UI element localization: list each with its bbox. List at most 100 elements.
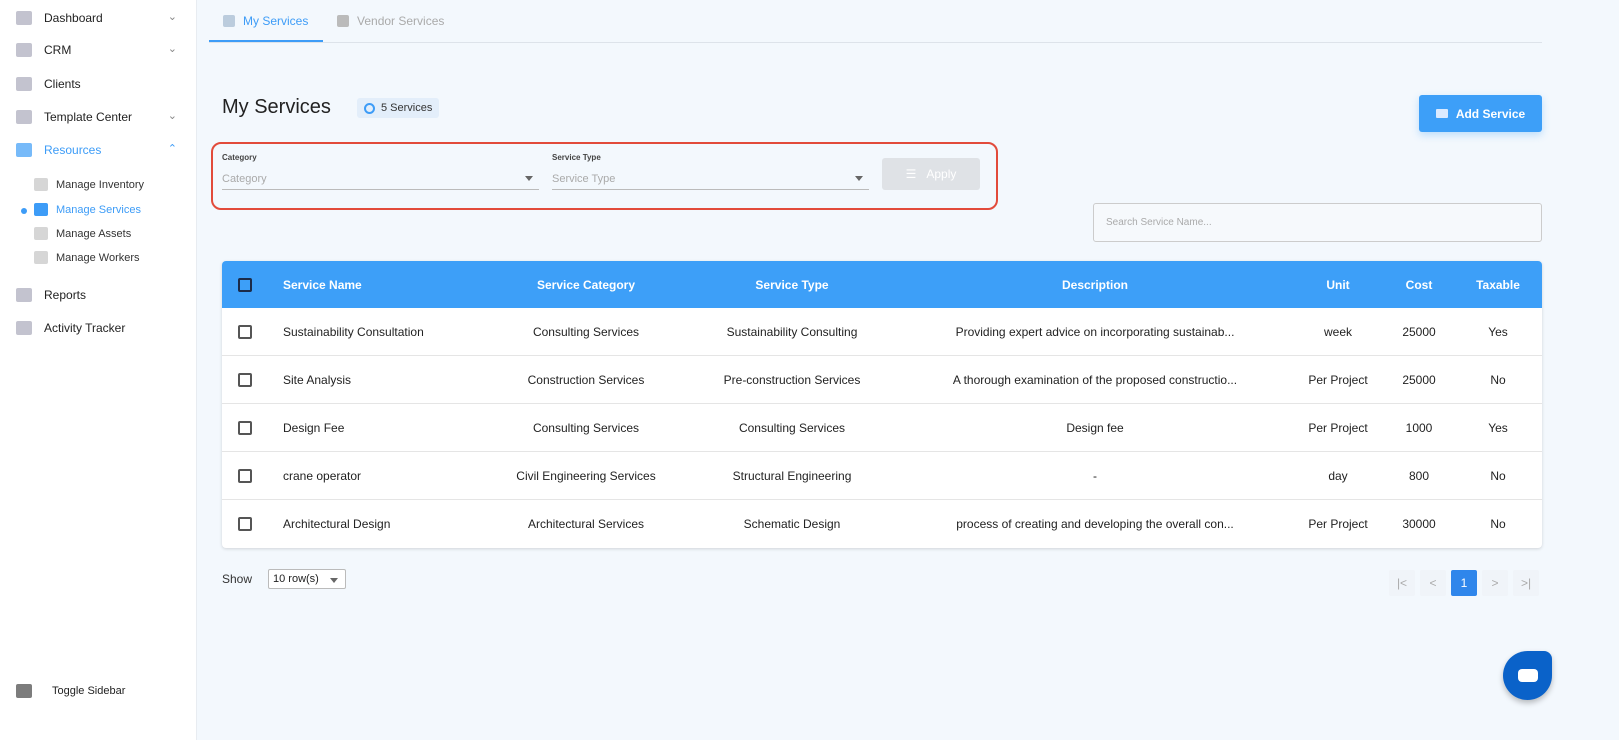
cell-service-name: Site Analysis: [283, 372, 352, 387]
dashboard-icon: [16, 11, 32, 25]
inventory-icon: [34, 178, 48, 191]
sidebar-item-clients[interactable]: Clients: [16, 74, 181, 94]
cell-service-type: Pre-construction Services: [723, 372, 861, 387]
sidebar-item-dashboard[interactable]: Dashboard ⌄: [16, 8, 181, 28]
header-service-name[interactable]: Service Name: [283, 261, 362, 308]
template-icon: [16, 110, 32, 124]
label: Add Service: [1455, 106, 1526, 121]
label: My Services: [243, 14, 309, 28]
table-row[interactable]: crane operator Civil Engineering Services…: [222, 452, 1542, 500]
cell-service-name: Sustainability Consultation: [283, 324, 424, 339]
sidebar-item-activity-tracker[interactable]: Activity Tracker: [16, 318, 181, 338]
chevron-down-icon: ⌄: [167, 110, 177, 122]
sidebar-item-manage-inventory[interactable]: Manage Inventory: [34, 178, 144, 191]
cell-description: -: [1093, 468, 1097, 483]
prev-page-button[interactable]: <: [1420, 570, 1446, 596]
clients-icon: [16, 77, 32, 91]
cell-description: process of creating and developing the o…: [956, 517, 1234, 531]
sliders-icon: ☰: [905, 167, 917, 181]
row-checkbox[interactable]: [238, 325, 252, 339]
table-row[interactable]: Architectural Design Architectural Servic…: [222, 500, 1542, 548]
table-row[interactable]: Site Analysis Construction Services Pre-co…: [222, 356, 1542, 404]
cell-unit: Per Project: [1308, 420, 1368, 435]
resources-icon: [16, 143, 32, 157]
row-checkbox[interactable]: [238, 517, 252, 531]
label: Toggle Sidebar: [52, 685, 126, 697]
cell-cost: 25000: [1402, 324, 1436, 339]
category-label: Category: [222, 153, 257, 162]
header-cost[interactable]: Cost: [1406, 261, 1433, 308]
label: 10 row(s): [273, 573, 319, 585]
cell-taxable: No: [1490, 517, 1506, 531]
sidebar-item-template-center[interactable]: Template Center ⌄: [16, 107, 181, 127]
add-service-icon: [1435, 109, 1448, 118]
header-unit[interactable]: Unit: [1326, 261, 1349, 308]
cell-description: Providing expert advice on incorporating…: [955, 324, 1235, 339]
tab-my-services[interactable]: My Services: [223, 14, 308, 28]
cell-cost: 25000: [1402, 372, 1436, 387]
label: Reports: [44, 288, 87, 302]
services-icon: [34, 203, 48, 216]
chat-button[interactable]: [1503, 651, 1552, 700]
activity-icon: [16, 321, 32, 335]
rows-per-page-select[interactable]: 10 row(s): [268, 569, 346, 589]
chevron-down-icon: ⌄: [167, 43, 177, 55]
row-checkbox[interactable]: [238, 469, 252, 483]
next-page-button[interactable]: >: [1482, 570, 1508, 596]
cell-service-category: Consulting Services: [532, 420, 640, 435]
sidebar-item-manage-workers[interactable]: Manage Workers: [34, 251, 140, 264]
table-header: Service Name Service Category Service Ty…: [222, 261, 1542, 308]
cell-service-type: Consulting Services: [738, 420, 846, 435]
table-row[interactable]: Design Fee Consulting Services Consulting …: [222, 404, 1542, 452]
sidebar-item-resources[interactable]: Resources ⌃: [16, 140, 181, 160]
sidebar-item-crm[interactable]: CRM ⌄: [16, 40, 181, 60]
row-checkbox[interactable]: [238, 373, 252, 387]
sidebar-item-reports[interactable]: Reports: [16, 285, 181, 305]
cell-unit: day: [1328, 468, 1348, 483]
count-badge: 5 Services: [357, 98, 440, 118]
caret-down-icon: [525, 176, 533, 181]
table-row[interactable]: Sustainability Consultation Consulting Se…: [222, 308, 1542, 356]
tab-vendor-services[interactable]: Vendor Services: [337, 14, 444, 28]
last-page-button[interactable]: >|: [1513, 570, 1539, 596]
cell-service-name: Architectural Design: [283, 517, 391, 531]
workers-icon: [34, 251, 48, 264]
cell-taxable: Yes: [1488, 420, 1508, 435]
service-type-select[interactable]: Service Type: [552, 168, 869, 190]
placeholder: Search Service Name...: [1106, 217, 1212, 228]
label: Manage Inventory: [56, 178, 145, 191]
toggle-sidebar-button[interactable]: Toggle Sidebar: [16, 681, 181, 701]
select-all-checkbox[interactable]: [238, 278, 252, 292]
label: Manage Assets: [56, 227, 132, 240]
cell-unit: Per Project: [1308, 517, 1368, 531]
chevron-down-icon: ⌄: [167, 11, 177, 23]
sidebar-toggle-icon: [16, 684, 32, 698]
header-service-type[interactable]: Service Type: [755, 261, 828, 308]
label: CRM: [44, 43, 72, 57]
cell-taxable: Yes: [1488, 324, 1508, 339]
placeholder: Service Type: [552, 172, 616, 185]
header-taxable[interactable]: Taxable: [1476, 261, 1520, 308]
label: Dashboard: [44, 11, 103, 25]
apply-button[interactable]: ☰ Apply: [882, 158, 980, 190]
label: Manage Workers: [56, 251, 140, 264]
label: Activity Tracker: [44, 321, 126, 335]
assets-icon: [34, 227, 48, 240]
label: Resources: [44, 143, 102, 157]
search-input[interactable]: Search Service Name...: [1093, 203, 1542, 242]
sidebar-item-manage-services[interactable]: Manage Services: [34, 203, 141, 216]
active-tab-indicator: [209, 40, 323, 42]
first-page-button[interactable]: |<: [1389, 570, 1415, 596]
sidebar-item-manage-assets[interactable]: Manage Assets: [34, 227, 131, 240]
header-service-category[interactable]: Service Category: [537, 261, 635, 308]
page-1-button[interactable]: 1: [1451, 570, 1477, 596]
cell-service-type: Sustainability Consulting: [726, 324, 858, 339]
cell-service-category: Architectural Services: [527, 517, 645, 531]
header-description[interactable]: Description: [1062, 261, 1128, 308]
services-icon: [223, 15, 235, 27]
add-service-button[interactable]: Add Service: [1419, 95, 1542, 132]
cell-description: Design fee: [1066, 420, 1124, 435]
row-checkbox[interactable]: [238, 421, 252, 435]
sidebar: Dashboard ⌄ CRM ⌄ Clients Template Center ⌄…: [0, 0, 197, 740]
category-select[interactable]: Category: [222, 168, 539, 190]
